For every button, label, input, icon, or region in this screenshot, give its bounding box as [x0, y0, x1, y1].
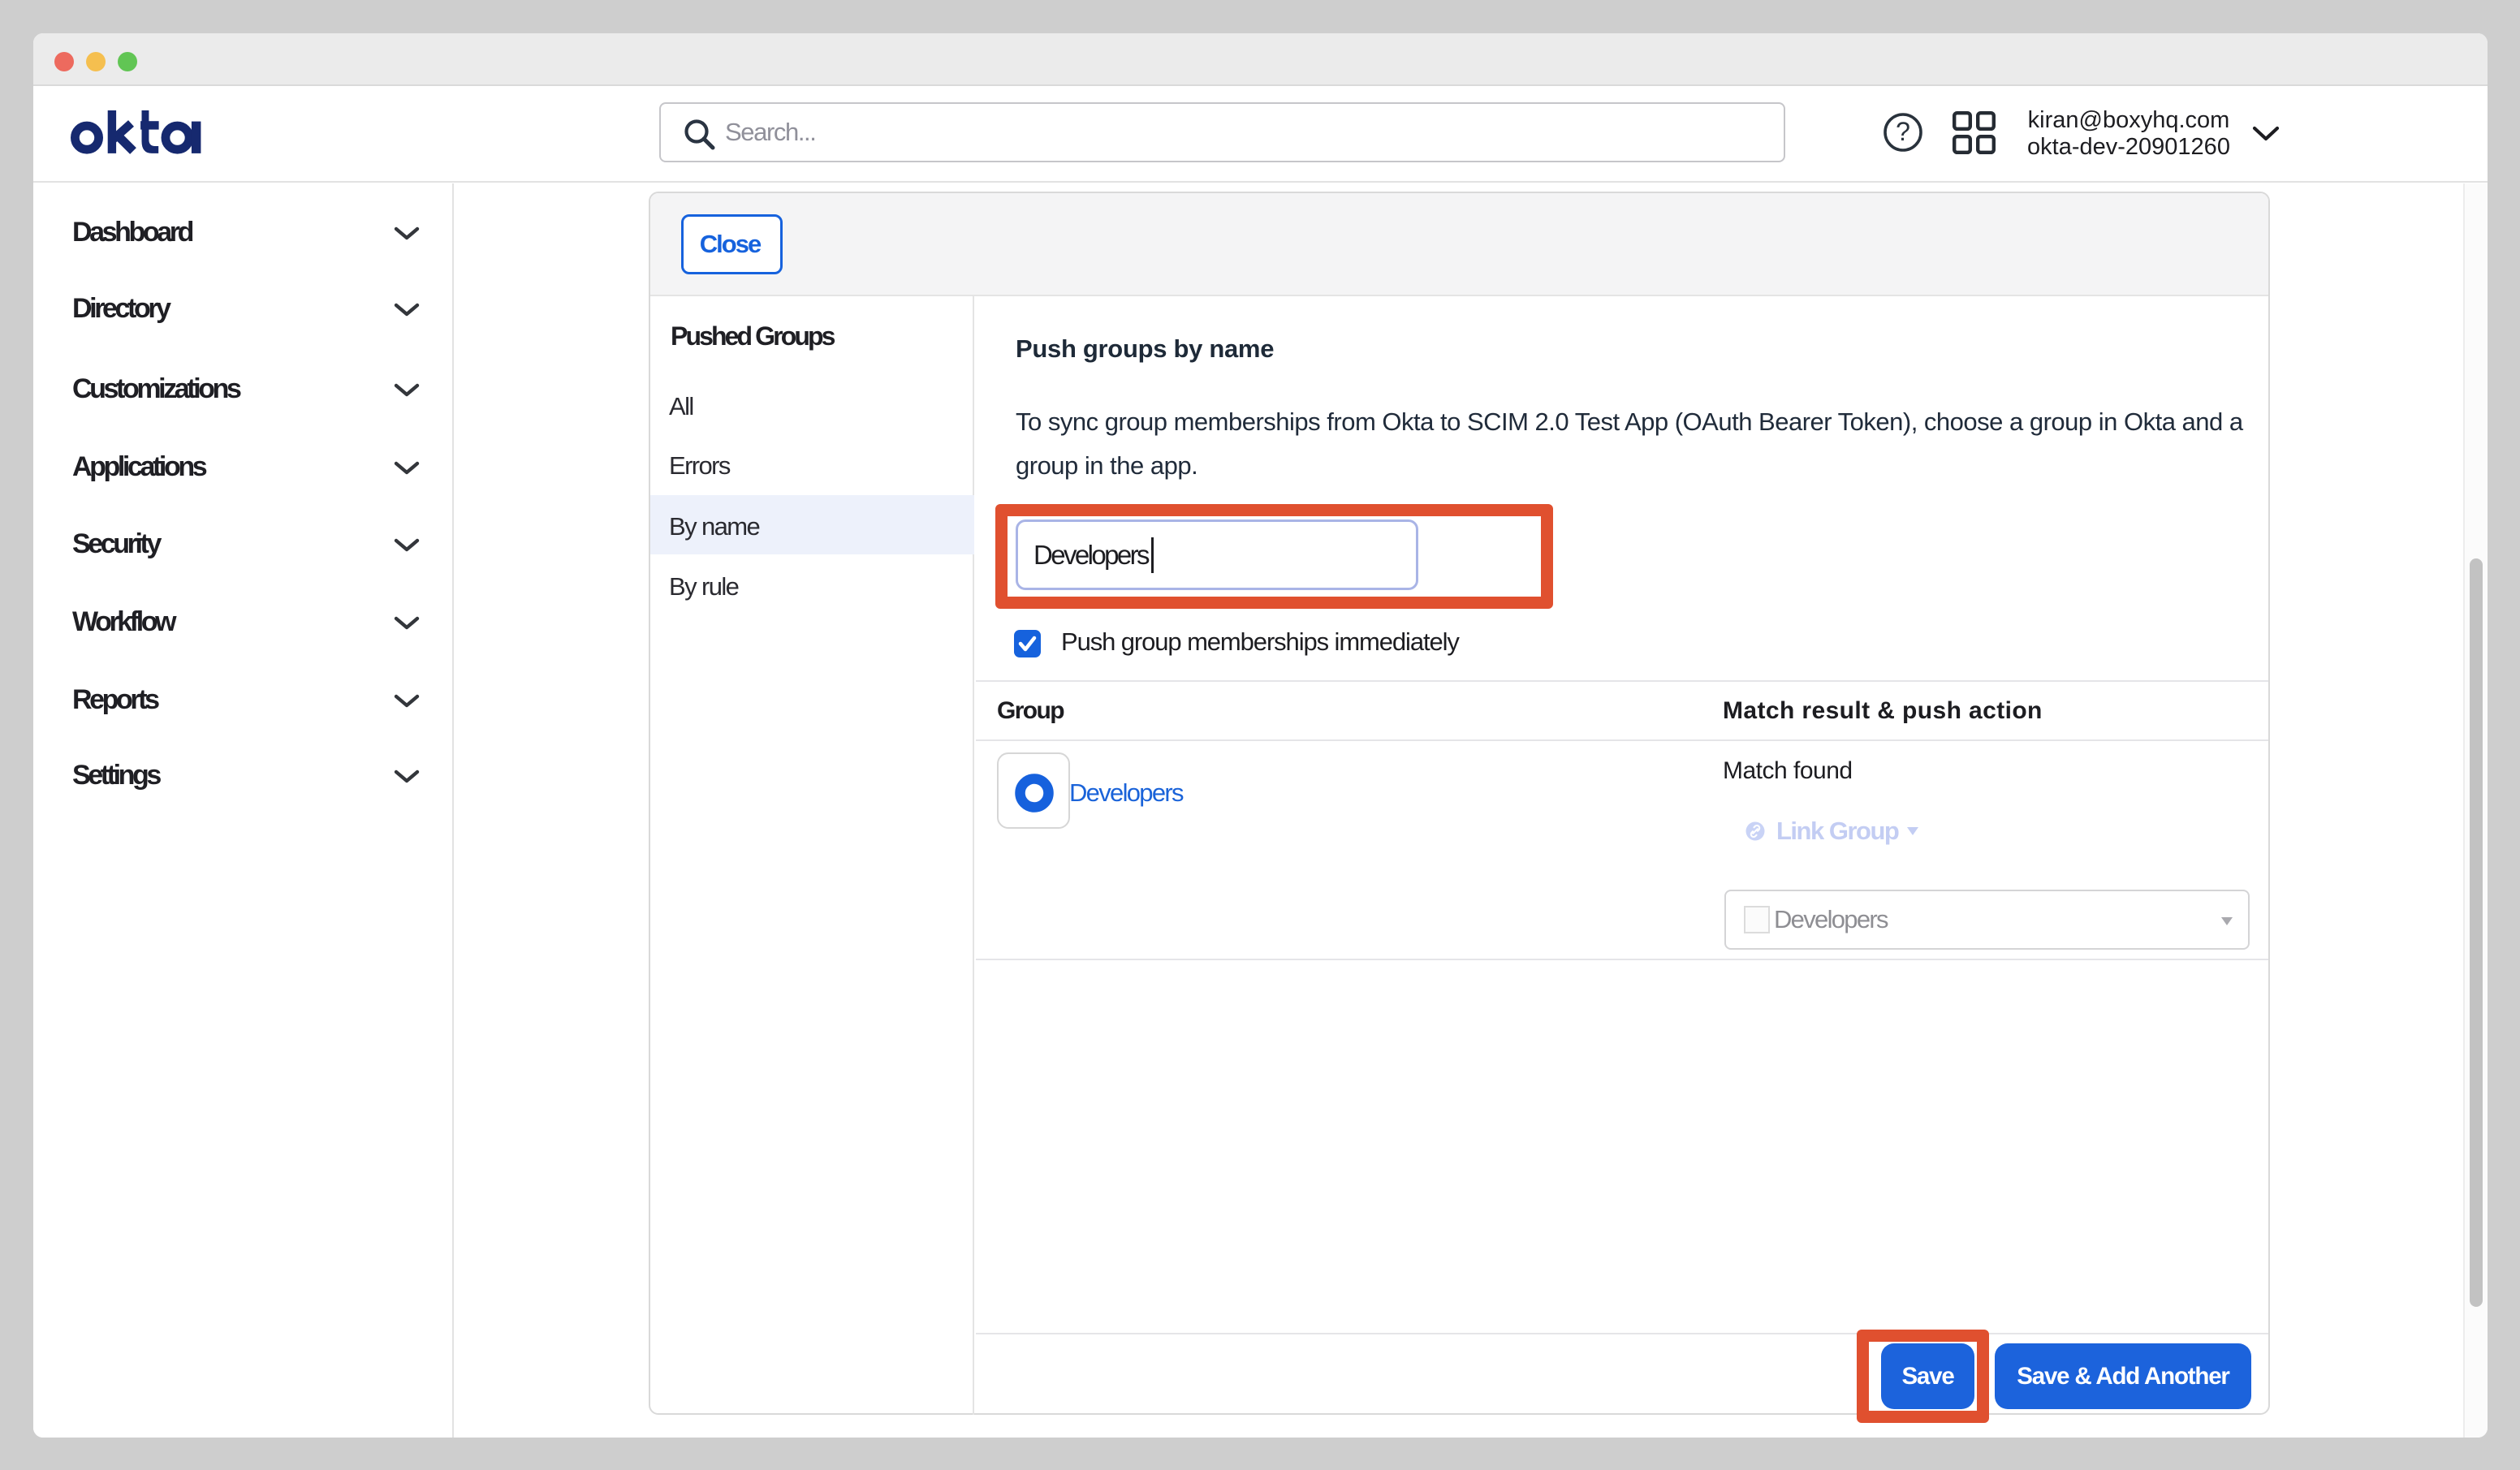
svg-text:?: ?	[1896, 117, 1910, 146]
